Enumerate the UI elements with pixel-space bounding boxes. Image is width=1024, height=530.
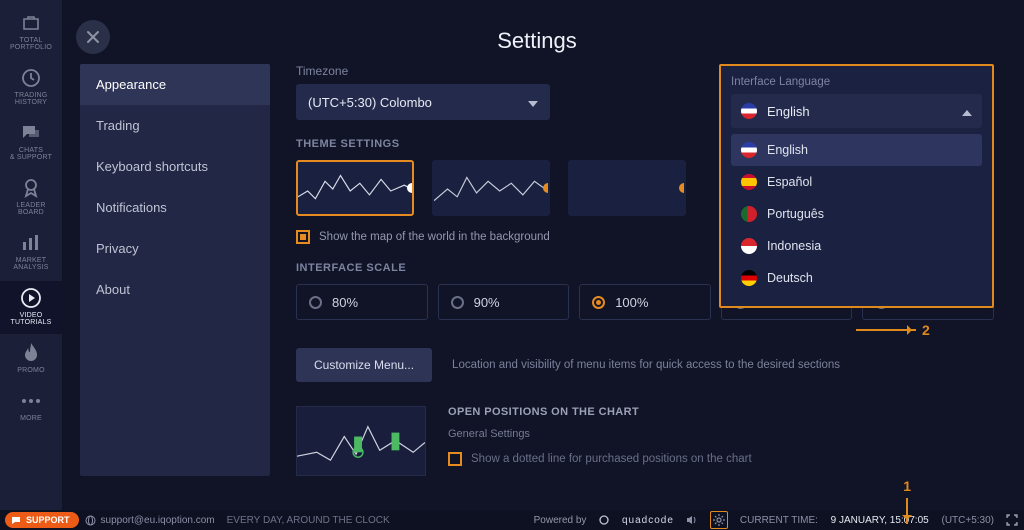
flag-icon xyxy=(741,270,757,286)
nav-item-notifications[interactable]: Notifications xyxy=(80,187,270,228)
flag-icon xyxy=(741,142,757,158)
support-button[interactable]: SUPPORT xyxy=(5,512,79,528)
chevron-down-icon xyxy=(528,95,538,110)
language-option-deutsch[interactable]: Deutsch xyxy=(731,262,982,294)
radio-icon xyxy=(592,296,605,309)
rail-item-chats[interactable]: CHATS& SUPPORT xyxy=(0,116,62,169)
nav-item-keyboard-shortcuts[interactable]: Keyboard shortcuts xyxy=(80,146,270,187)
fullscreen-button[interactable] xyxy=(1006,514,1018,526)
flag-icon xyxy=(741,238,757,254)
current-time: CURRENT TIME: 9 JANUARY, 15:07:05 (UTC+5… xyxy=(740,515,994,526)
support-label: SUPPORT xyxy=(26,515,70,525)
flag-icon xyxy=(741,206,757,222)
customize-menu-desc: Location and visibility of menu items fo… xyxy=(452,359,840,371)
language-label: Interface Language xyxy=(731,76,982,88)
dots-icon xyxy=(20,390,42,412)
open-positions-thumb xyxy=(296,406,426,476)
clock-icon xyxy=(20,67,42,89)
language-option-list: EnglishEspañolPortuguêsIndonesiaDeutsch xyxy=(731,134,982,294)
rail-item-more[interactable]: MORE xyxy=(0,384,62,430)
radio-icon xyxy=(309,296,322,309)
language-option-español[interactable]: Español xyxy=(731,166,982,198)
checkbox-icon xyxy=(448,452,462,466)
footer-bar: SUPPORT support@eu.iqoption.com EVERY DA… xyxy=(0,510,1024,530)
timezone-label: Timezone xyxy=(296,64,550,78)
support-email[interactable]: support@eu.iqoption.com xyxy=(85,515,215,526)
radio-icon xyxy=(451,296,464,309)
close-button[interactable] xyxy=(76,20,110,54)
rail-item-market[interactable]: MARKETANALYSIS xyxy=(0,226,62,279)
scale-option-90[interactable]: 90% xyxy=(438,284,570,320)
chevron-up-icon xyxy=(962,104,972,119)
language-option-english[interactable]: English xyxy=(731,134,982,166)
uk-flag-icon xyxy=(741,103,757,119)
left-rail: TOTALPORTFOLIOTRADINGHISTORYCHATS& SUPPO… xyxy=(0,0,62,510)
show-map-label: Show the map of the world in the backgro… xyxy=(319,231,550,243)
settings-content: 2 Interface Language English EnglishEspa… xyxy=(296,64,994,476)
theme-option-mid[interactable] xyxy=(432,160,550,216)
rail-item-promo[interactable]: PROMO xyxy=(0,336,62,382)
nav-item-about[interactable]: About xyxy=(80,269,270,310)
scale-option-80[interactable]: 80% xyxy=(296,284,428,320)
briefcase-icon xyxy=(20,12,42,34)
flame-icon xyxy=(20,342,42,364)
scale-option-100[interactable]: 100% xyxy=(579,284,711,320)
customize-menu-button[interactable]: Customize Menu... xyxy=(296,348,432,382)
support-tagline: EVERY DAY, AROUND THE CLOCK xyxy=(227,515,390,526)
rail-item-leader[interactable]: LEADERBOARD xyxy=(0,171,62,224)
settings-nav: AppearanceTradingKeyboard shortcutsNotif… xyxy=(80,64,270,476)
bars-icon xyxy=(20,232,42,254)
play-icon xyxy=(20,287,42,309)
dotted-line-label: Show a dotted line for purchased positio… xyxy=(471,453,752,465)
language-option-indonesia[interactable]: Indonesia xyxy=(731,230,982,262)
rail-item-history[interactable]: TRADINGHISTORY xyxy=(0,61,62,114)
nav-item-privacy[interactable]: Privacy xyxy=(80,228,270,269)
nav-item-trading[interactable]: Trading xyxy=(80,105,270,146)
language-select[interactable]: English xyxy=(731,94,982,128)
badge-icon xyxy=(20,177,42,199)
language-panel: Interface Language English EnglishEspaño… xyxy=(719,64,994,308)
timezone-select[interactable]: (UTC+5:30) Colombo xyxy=(296,84,550,120)
flag-icon xyxy=(741,174,757,190)
annotation-2: 2 xyxy=(856,322,930,338)
chat-icon xyxy=(20,122,42,144)
language-selected: English xyxy=(767,104,810,119)
rail-item-video[interactable]: VIDEOTUTORIALS xyxy=(0,281,62,334)
rail-item-portfolio[interactable]: TOTALPORTFOLIO xyxy=(0,6,62,59)
open-positions-subtitle: General Settings xyxy=(448,428,752,440)
checkbox-icon xyxy=(296,230,310,244)
timezone-value: (UTC+5:30) Colombo xyxy=(308,95,432,110)
theme-option-dark[interactable] xyxy=(296,160,414,216)
nav-item-appearance[interactable]: Appearance xyxy=(80,64,270,105)
page-title: Settings xyxy=(80,28,994,54)
language-option-português[interactable]: Português xyxy=(731,198,982,230)
settings-page: Settings AppearanceTradingKeyboard short… xyxy=(62,0,1024,510)
theme-option-light[interactable] xyxy=(568,160,686,216)
sound-icon[interactable] xyxy=(686,514,698,526)
powered-by: Powered by quadcode xyxy=(534,515,674,526)
settings-gear-button[interactable] xyxy=(710,511,728,529)
dotted-line-checkbox[interactable]: Show a dotted line for purchased positio… xyxy=(448,452,752,466)
open-positions-title: OPEN POSITIONS ON THE CHART xyxy=(448,406,752,418)
